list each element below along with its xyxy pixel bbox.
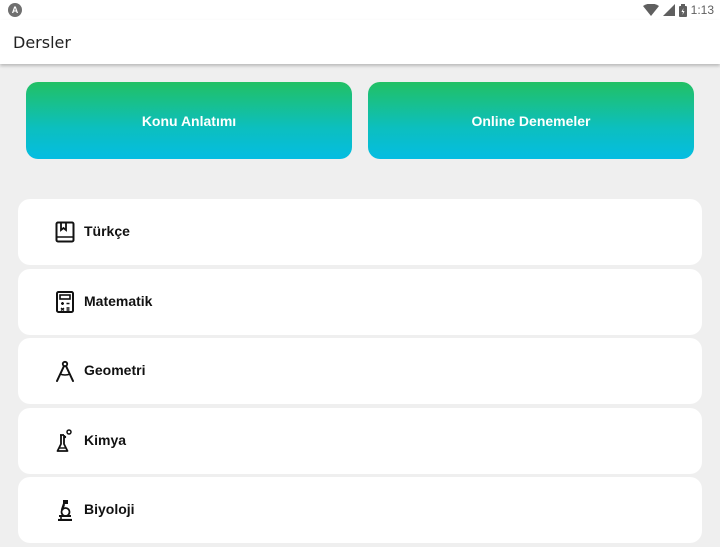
subject-card-matematik[interactable]: Matematik (18, 268, 702, 335)
subject-card-geometri[interactable]: Geometri (18, 338, 702, 404)
compass-icon (54, 359, 76, 383)
subject-card-kimya[interactable]: Kimya (18, 407, 702, 474)
book-icon (54, 220, 76, 244)
battery-icon (678, 3, 687, 17)
konu-anlatimi-button[interactable]: Konu Anlatımı (26, 82, 352, 159)
wifi-icon (642, 4, 659, 16)
app-notification-icon: A (8, 3, 22, 17)
online-denemeler-button[interactable]: Online Denemeler (368, 82, 694, 159)
subject-label: Türkçe (84, 223, 130, 239)
online-denemeler-label: Online Denemeler (471, 112, 591, 129)
signal-icon (662, 4, 675, 16)
page-title: Dersler (13, 33, 71, 52)
microscope-icon (54, 498, 76, 522)
subject-list: Türkçe Matematik Geometri Kimya Biyoloji (18, 199, 702, 547)
calculator-icon (54, 290, 76, 314)
subject-card-biyoloji[interactable]: Biyoloji (18, 477, 702, 543)
status-bar: A 1:13 (0, 0, 720, 20)
flask-icon (54, 428, 76, 453)
subject-label: Matematik (84, 292, 153, 309)
subject-label: Geometri (84, 362, 146, 378)
status-icons: 1:13 (642, 2, 714, 18)
app-bar: Dersler (0, 20, 720, 64)
subject-label: Kimya (84, 431, 127, 448)
konu-anlatimi-label: Konu Anlatımı (141, 112, 237, 129)
subject-card-turkce[interactable]: Türkçe (18, 199, 702, 265)
subject-label: Biyoloji (84, 501, 135, 517)
status-time: 1:13 (690, 3, 714, 17)
